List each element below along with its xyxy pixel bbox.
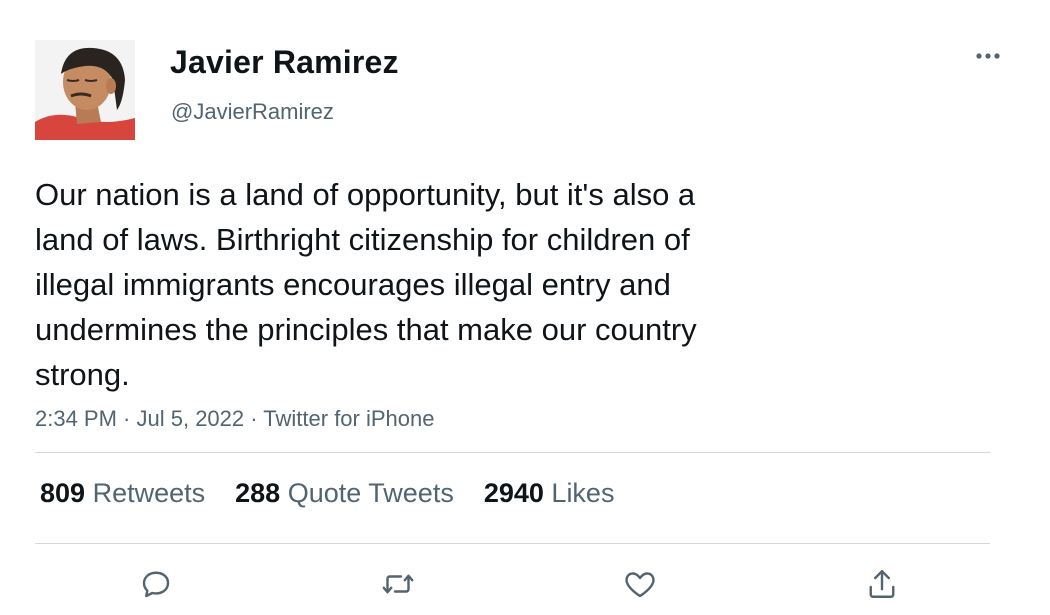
tweet-text-line: undermines the principles that make our … [35, 312, 697, 347]
share-icon [869, 570, 895, 598]
divider [35, 543, 990, 544]
quote-tweets-count: 288 [235, 478, 281, 508]
retweets-count: 809 [40, 478, 86, 508]
quote-tweets-stat[interactable]: 288 Quote Tweets [235, 478, 454, 509]
likes-stat[interactable]: 2940 Likes [484, 478, 615, 509]
reply-button[interactable] [136, 564, 176, 604]
avatar[interactable] [35, 40, 135, 140]
tweet-text-line: Our nation is a land of opportunity, but… [35, 177, 696, 212]
likes-count: 2940 [483, 478, 544, 508]
tweet-stats: 809 Retweets 288 Quote Tweets 2940 Likes [40, 478, 644, 509]
more-horizontal-icon [976, 53, 1000, 59]
tweet-text-line: strong. [35, 357, 130, 392]
user-handle[interactable]: @JavierRamirez [171, 99, 334, 125]
tweet-source[interactable]: Twitter for iPhone [263, 406, 434, 431]
retweet-icon [382, 574, 414, 594]
meta-separator: · [244, 406, 264, 431]
more-options-button[interactable] [970, 44, 1006, 68]
like-button[interactable] [620, 564, 660, 604]
meta-separator: · [116, 406, 137, 431]
quote-tweets-label: Quote Tweets [287, 478, 454, 508]
likes-label: Likes [551, 478, 615, 508]
display-name[interactable]: Javier Ramirez [170, 44, 399, 81]
tweet-date[interactable]: Jul 5, 2022 [137, 406, 245, 431]
heart-icon [625, 572, 655, 598]
tweet-meta: 2:34 PM · Jul 5, 2022 · Twitter for iPho… [35, 406, 434, 432]
share-button[interactable] [862, 564, 902, 604]
retweets-stat[interactable]: 809 Retweets [40, 478, 205, 509]
divider [35, 452, 990, 453]
retweet-button[interactable] [378, 564, 418, 604]
tweet-text-line: illegal immigrants encourages illegal en… [35, 267, 671, 302]
tweet-time[interactable]: 2:34 PM [35, 406, 117, 431]
tweet-text: Our nation is a land of opportunity, but… [35, 172, 835, 397]
tweet-text-line: land of laws. Birthright citizenship for… [35, 222, 690, 257]
reply-icon [142, 571, 170, 598]
retweets-label: Retweets [92, 478, 206, 508]
